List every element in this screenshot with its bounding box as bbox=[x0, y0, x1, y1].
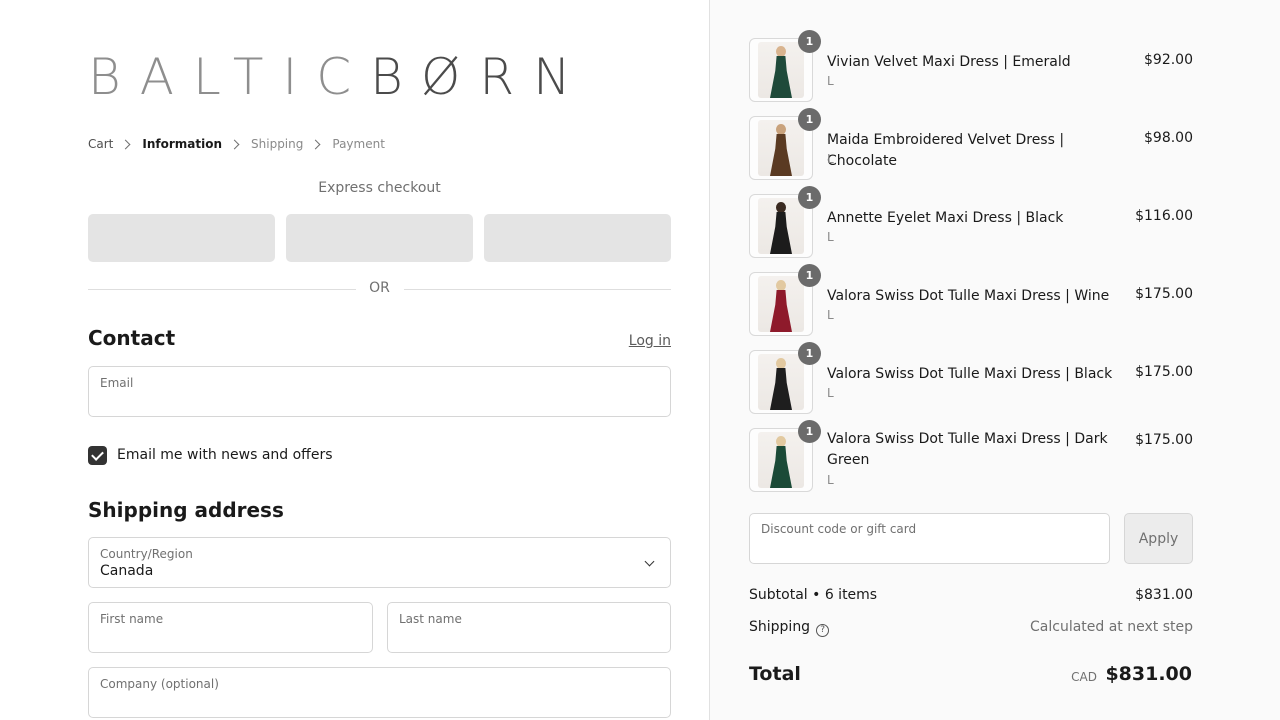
country-label: Country/Region bbox=[100, 547, 193, 561]
brand-logo[interactable]: BALTIC BØRN bbox=[88, 48, 590, 106]
product-thumbnail: 1 bbox=[749, 108, 821, 180]
model-head bbox=[776, 358, 786, 369]
product-price: $175.00 bbox=[1135, 286, 1193, 302]
express-pay-button-2[interactable] bbox=[286, 214, 473, 262]
total-value: $831.00 bbox=[1105, 663, 1192, 685]
dress-shape bbox=[770, 368, 792, 410]
product-variant: L bbox=[827, 74, 834, 88]
question-circle-icon[interactable]: ? bbox=[816, 624, 830, 637]
product-name: Valora Swiss Dot Tulle Maxi Dress | Blac… bbox=[827, 366, 1113, 382]
product-price: $116.00 bbox=[1135, 208, 1193, 224]
model-head bbox=[776, 202, 786, 213]
product-price: $98.00 bbox=[1144, 130, 1193, 146]
product-photo bbox=[758, 198, 804, 254]
or-label: OR bbox=[369, 280, 390, 296]
quantity-badge: 1 bbox=[798, 108, 821, 131]
brand-logo-part1: BALTIC bbox=[88, 48, 371, 106]
subtotal-value: $831.00 bbox=[1135, 587, 1193, 603]
product-photo bbox=[758, 432, 804, 488]
shipping-value: Calculated at next step bbox=[1030, 619, 1193, 635]
shipping-label: Shipping bbox=[749, 619, 811, 635]
quantity-badge: 1 bbox=[798, 30, 821, 53]
product-variant: L bbox=[827, 473, 834, 487]
chevron-right-icon bbox=[229, 139, 240, 149]
product-name: Valora Swiss Dot Tulle Maxi Dress | Dark… bbox=[827, 431, 1108, 468]
chevron-right-icon bbox=[120, 139, 131, 149]
dress-shape bbox=[770, 134, 792, 176]
breadcrumb-payment: Payment bbox=[332, 137, 385, 151]
shipping-row: Shipping? Calculated at next step bbox=[749, 619, 1193, 637]
last-name-label: Last name bbox=[399, 612, 462, 626]
apply-discount-button[interactable]: Apply bbox=[1124, 513, 1193, 564]
last-name-field[interactable]: Last name bbox=[387, 602, 671, 653]
dress-shape bbox=[770, 290, 792, 332]
product-variant: L bbox=[827, 308, 834, 322]
subtotal-label: Subtotal • 6 items bbox=[749, 587, 878, 603]
dress-shape bbox=[770, 56, 792, 98]
company-field[interactable]: Company (optional) bbox=[88, 667, 671, 718]
currency-code: CAD bbox=[1071, 670, 1097, 684]
product-thumbnail: 1 bbox=[749, 420, 821, 492]
express-pay-button-3[interactable] bbox=[484, 214, 671, 262]
email-field[interactable]: Email bbox=[88, 366, 671, 417]
product-photo bbox=[758, 276, 804, 332]
product-price: $175.00 bbox=[1135, 364, 1193, 380]
model-head bbox=[776, 124, 786, 135]
country-value: Canada bbox=[100, 563, 154, 579]
product-name: Valora Swiss Dot Tulle Maxi Dress | Wine bbox=[827, 288, 1110, 304]
discount-placeholder: Discount code or gift card bbox=[761, 522, 917, 536]
breadcrumb-cart[interactable]: Cart bbox=[88, 137, 113, 151]
product-name: Maida Embroidered Velvet Dress | Chocola… bbox=[827, 132, 1065, 169]
product-variant: L bbox=[827, 152, 834, 166]
country-select[interactable]: Country/Region Canada bbox=[88, 537, 671, 588]
model-head bbox=[776, 436, 786, 447]
breadcrumb: Cart Information Shipping Payment bbox=[88, 136, 385, 152]
breadcrumb-information: Information bbox=[142, 137, 223, 151]
total-label: Total bbox=[749, 663, 801, 685]
product-thumbnail: 1 bbox=[749, 264, 821, 336]
quantity-badge: 1 bbox=[798, 264, 821, 287]
company-label: Company (optional) bbox=[100, 677, 219, 691]
contact-heading: Contact bbox=[88, 326, 176, 350]
dress-shape bbox=[770, 212, 792, 254]
product-variant: L bbox=[827, 386, 834, 400]
product-thumbnail: 1 bbox=[749, 342, 821, 414]
email-label: Email bbox=[100, 376, 134, 390]
subtotal-row: Subtotal • 6 items $831.00 bbox=[749, 587, 1193, 603]
chevron-down-icon bbox=[644, 556, 655, 567]
product-variant: L bbox=[827, 230, 834, 244]
chevron-right-icon bbox=[310, 139, 321, 149]
divider-line bbox=[404, 289, 671, 290]
product-price: $92.00 bbox=[1144, 52, 1193, 68]
dress-shape bbox=[770, 446, 792, 488]
model-head bbox=[776, 46, 786, 57]
newsletter-label[interactable]: Email me with news and offers bbox=[117, 447, 333, 463]
discount-code-input[interactable]: Discount code or gift card bbox=[749, 513, 1110, 564]
order-summary: 1 Vivian Velvet Maxi Dress | Emerald L $… bbox=[709, 0, 1280, 720]
express-checkout-title: Express checkout bbox=[318, 180, 441, 196]
product-thumbnail: 1 bbox=[749, 30, 821, 102]
brand-logo-part2: BØRN bbox=[370, 48, 590, 106]
model-head bbox=[776, 280, 786, 291]
product-name: Vivian Velvet Maxi Dress | Emerald bbox=[827, 54, 1071, 70]
first-name-field[interactable]: First name bbox=[88, 602, 373, 653]
product-price: $175.00 bbox=[1135, 432, 1193, 448]
or-divider: OR bbox=[88, 280, 671, 298]
product-thumbnail: 1 bbox=[749, 186, 821, 258]
quantity-badge: 1 bbox=[798, 186, 821, 209]
newsletter-checkbox[interactable] bbox=[88, 446, 107, 465]
first-name-label: First name bbox=[100, 612, 164, 626]
breadcrumb-shipping: Shipping bbox=[251, 137, 304, 151]
product-photo bbox=[758, 120, 804, 176]
product-photo bbox=[758, 354, 804, 410]
product-photo bbox=[758, 42, 804, 98]
product-name: Annette Eyelet Maxi Dress | Black bbox=[827, 210, 1064, 226]
shipping-address-heading: Shipping address bbox=[88, 498, 284, 522]
checkout-main: BALTIC BØRN Cart Information Shipping Pay… bbox=[0, 0, 709, 720]
quantity-badge: 1 bbox=[798, 342, 821, 365]
quantity-badge: 1 bbox=[798, 420, 821, 443]
express-pay-button-1[interactable] bbox=[88, 214, 275, 262]
login-link[interactable]: Log in bbox=[571, 333, 671, 349]
